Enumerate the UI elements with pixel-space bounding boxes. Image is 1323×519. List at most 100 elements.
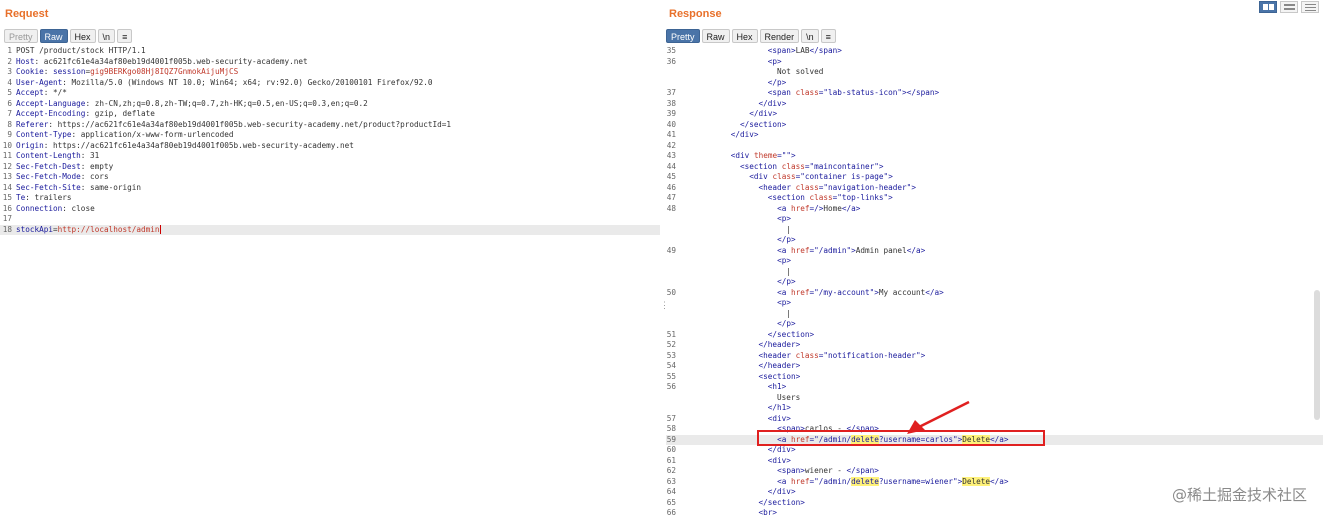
tab-hex[interactable]: Hex [731, 29, 758, 43]
code-line[interactable]: 16 Connection: close [0, 204, 660, 215]
code-line[interactable]: 55 <section> [666, 372, 1323, 383]
code-line[interactable]: 38 </div> [666, 99, 1323, 110]
code-line[interactable]: 13 Sec-Fetch-Mode: cors [0, 172, 660, 183]
line-number: 7 [7, 109, 12, 118]
tab-newline[interactable]: \n [801, 29, 819, 43]
code-line[interactable]: | [666, 225, 1323, 236]
code-line[interactable]: 50 <a href="/my-account">My account</a> [666, 288, 1323, 299]
code-line[interactable]: Not solved [666, 67, 1323, 78]
code-line[interactable]: 66 <br> [666, 508, 1323, 519]
menu-icon[interactable]: ≡ [820, 29, 836, 43]
code-line[interactable]: </p> [666, 277, 1323, 288]
tab-raw[interactable]: Raw [39, 29, 68, 43]
code-line[interactable]: 9 Content-Type: application/x-www-form-ur… [0, 130, 660, 141]
response-editor[interactable]: 35 <span>LAB</span> 36 <p> Not solved </p… [666, 46, 1323, 519]
code-line[interactable]: 18 stockApi=http://localhost/admin [0, 224, 660, 235]
stacked-layout-icon[interactable] [1280, 1, 1298, 13]
code-line[interactable]: 42 [666, 141, 1323, 152]
code-line[interactable]: 7 Accept-Encoding: gzip, deflate [0, 109, 660, 120]
code-line[interactable]: 60 </div> [666, 445, 1323, 456]
code-line[interactable]: <p> [666, 214, 1323, 225]
code-line[interactable]: 36 <p> [666, 57, 1323, 68]
code-line[interactable]: </p> [666, 319, 1323, 330]
request-editor[interactable]: 1 POST /product/stock HTTP/1.1 2 Host: ac62… [0, 46, 660, 519]
code-line[interactable]: 44 <section class="maincontainer"> [666, 162, 1323, 173]
code-line[interactable]: 2 Host: ac621fc61e4a34af80eb19d4001f005b.… [0, 57, 660, 68]
line-number: 3 [7, 67, 12, 76]
code-line[interactable]: 46 <header class="navigation-header"> [666, 183, 1323, 194]
code-line[interactable]: 17 [0, 214, 660, 225]
tab-pretty[interactable]: Pretty [666, 29, 700, 43]
code-line[interactable]: </p> [666, 235, 1323, 246]
code-line[interactable]: 61 <div> [666, 456, 1323, 467]
code-line[interactable]: <p> [666, 298, 1323, 309]
code-line[interactable]: 5 Accept: */* [0, 88, 660, 99]
code-line[interactable]: 10 Origin: https://ac621fc61e4a34af80eb19… [0, 141, 660, 152]
code-token: <div [730, 151, 754, 160]
code-line[interactable]: 54 </header> [666, 361, 1323, 372]
line-text: </div> [703, 487, 796, 498]
code-line[interactable]: 8 Referer: https://ac621fc61e4a34af80eb19… [0, 120, 660, 131]
code-line[interactable]: </h1> [666, 403, 1323, 414]
line-number: 61 [666, 455, 676, 465]
side-by-side-layout-icon[interactable] [1259, 1, 1277, 13]
code-line[interactable]: <p> [666, 256, 1323, 267]
code-token: http://localhost/admin [57, 224, 160, 234]
code-line[interactable]: 11 Content-Length: 31 [0, 151, 660, 162]
code-line[interactable]: 41 </div> [666, 130, 1323, 141]
response-scrollbar[interactable] [1314, 290, 1320, 420]
code-line[interactable]: | [666, 267, 1323, 278]
code-line[interactable]: 62 <span>wiener - </span> [666, 466, 1323, 477]
tab-newline[interactable]: \n [97, 29, 116, 43]
code-line[interactable]: 6 Accept-Language: zh-CN,zh;q=0.8,zh-TW;q… [0, 99, 660, 110]
line-text: </p> [703, 319, 796, 330]
code-line[interactable]: 14 Sec-Fetch-Site: same-origin [0, 183, 660, 194]
code-line[interactable]: 43 <div theme=""> [666, 151, 1323, 162]
code-line[interactable]: 15 Te: trailers [0, 193, 660, 204]
line-number: 60 [666, 445, 676, 454]
code-line[interactable]: 12 Sec-Fetch-Dest: empty [0, 162, 660, 173]
code-line[interactable]: 49 <a href="/admin">Admin panel</a> [666, 246, 1323, 257]
code-line[interactable]: 45 <div class="container is-page"> [666, 172, 1323, 183]
code-token: > [888, 172, 893, 181]
code-line[interactable]: 56 <h1> [666, 382, 1323, 393]
code-line[interactable]: 37 <span class="lab-status-icon"></span> [666, 88, 1323, 99]
code-line[interactable]: 4 User-Agent: Mozilla/5.0 (Windows NT 10.… [0, 78, 660, 89]
code-line[interactable]: Users [666, 393, 1323, 404]
code-token: > [920, 350, 926, 360]
tab-hex[interactable]: Hex [69, 29, 96, 43]
tabbed-layout-icon[interactable] [1301, 1, 1319, 13]
line-text: | [703, 309, 791, 320]
code-token: "" [781, 151, 791, 160]
code-line[interactable]: 53 <header class="notification-header"> [666, 351, 1323, 362]
code-line[interactable]: 1 POST /product/stock HTTP/1.1 [0, 46, 660, 57]
tab-raw[interactable]: Raw [701, 29, 730, 43]
tab-pretty[interactable]: Pretty [4, 29, 38, 43]
line-text: Sec-Fetch-Mode: cors [16, 172, 109, 183]
code-line[interactable]: 39 </div> [666, 109, 1323, 120]
code-line[interactable]: 52 </header> [666, 340, 1323, 351]
tab-render[interactable]: Render [759, 29, 800, 43]
line-number: 58 [666, 424, 676, 433]
code-line[interactable]: 47 <section class="top-links"> [666, 193, 1323, 204]
code-line[interactable]: 3 Cookie: session=gig9BERKgo08Hj8IQZ7Gnmo… [0, 67, 660, 78]
code-line[interactable]: 40 </section> [666, 120, 1323, 131]
code-token: </h1> [767, 403, 791, 412]
code-line[interactable]: | [666, 309, 1323, 320]
code-line[interactable]: 48 <a href=/>Home</a> [666, 204, 1323, 215]
code-line[interactable]: 35 <span>LAB</span> [666, 46, 1323, 57]
line-text: Not solved [703, 67, 823, 78]
code-token: <span> [767, 46, 796, 55]
code-token: ></span> [902, 88, 940, 97]
line-number: 43 [666, 151, 676, 160]
code-line[interactable]: 57 <div> [666, 414, 1323, 425]
line-number: 49 [666, 245, 676, 255]
code-line[interactable]: 51 </section> [666, 330, 1323, 341]
code-line[interactable]: </p> [666, 78, 1323, 89]
menu-icon[interactable]: ≡ [117, 29, 133, 43]
request-title: Request [5, 8, 49, 20]
code-token: Sec-Fetch-Dest [16, 161, 81, 171]
